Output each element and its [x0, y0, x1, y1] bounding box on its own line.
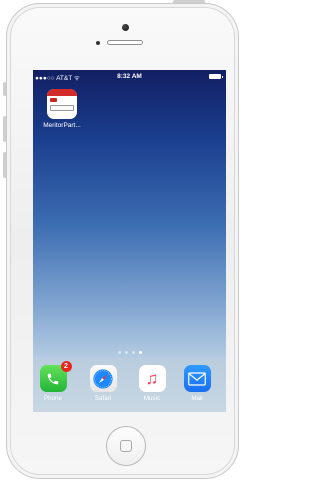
page-dot: [131, 351, 135, 354]
home-screen: ●●●○○ AT&T ᯤ 8:32 AM MeritorPart... 2 Ph…: [33, 70, 226, 412]
dock-label: Music: [143, 395, 161, 402]
app-header-bar: [47, 89, 77, 96]
power-button: [173, 0, 205, 3]
meritor-logo-icon: [50, 98, 57, 102]
home-button[interactable]: [106, 426, 146, 466]
proximity-sensor: [96, 41, 100, 45]
music-note-icon: ♫: [138, 365, 166, 392]
volume-up-button: [3, 116, 6, 142]
mail-envelope-icon: [183, 365, 211, 392]
meritor-parts-icon: [47, 89, 77, 119]
status-bar: ●●●○○ AT&T ᯤ 8:32 AM: [33, 70, 226, 83]
notification-badge: 2: [60, 361, 72, 372]
volume-down-button: [3, 152, 6, 178]
page-dot-active: [138, 351, 142, 354]
page-indicator[interactable]: [33, 351, 226, 354]
phone-icon: 2: [39, 361, 72, 392]
dock-app-safari[interactable]: Safari: [85, 365, 121, 402]
status-time: 8:32 AM: [117, 73, 142, 80]
search-field-graphic: [50, 105, 74, 111]
dock-label: Mail: [191, 395, 203, 402]
page-dot: [124, 351, 128, 354]
dock-app-mail[interactable]: Mail: [179, 365, 215, 402]
app-meritor-parts[interactable]: MeritorPart...: [38, 89, 86, 129]
dock-label: Safari: [94, 395, 112, 402]
app-label: MeritorPart...: [43, 122, 81, 129]
dock-app-phone[interactable]: 2 Phone: [35, 361, 72, 402]
mute-switch: [3, 82, 6, 96]
dock: 2 Phone Safari ♫ Music Mail: [33, 358, 226, 412]
front-camera: [122, 24, 129, 31]
page-dot: [117, 351, 121, 354]
safari-icon: [89, 365, 117, 392]
dock-app-music[interactable]: ♫ Music: [134, 365, 170, 402]
battery-icon: [209, 74, 223, 79]
home-square-icon: [120, 440, 132, 452]
dock-label: Phone: [44, 395, 62, 402]
earpiece-speaker: [107, 40, 143, 45]
